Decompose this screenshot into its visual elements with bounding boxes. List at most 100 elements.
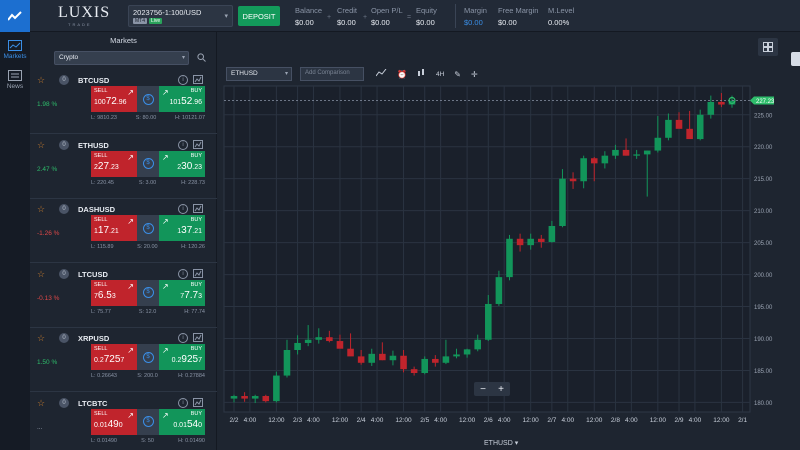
quick-trade-button[interactable]: $ xyxy=(137,408,159,435)
sell-button[interactable]: SELL ↗ 0.01490 xyxy=(91,408,137,435)
buy-button[interactable]: BUY ↗ 0.29257 xyxy=(159,344,205,370)
layout-grid-button[interactable] xyxy=(758,38,778,56)
chart-footer-symbol[interactable]: ETHUSD ▾ xyxy=(484,439,518,447)
nav-news[interactable]: News xyxy=(0,70,30,90)
market-row[interactable]: ☆ 0 DASHUSD i -1.26 % SELL ↗ 117.21 $ BUY ↗ 137.21 L… xyxy=(30,199,242,263)
star-icon[interactable]: ☆ xyxy=(37,269,45,280)
quick-trade-button[interactable]: $ xyxy=(137,279,159,306)
candle-body xyxy=(612,149,619,156)
add-comparison-input[interactable]: Add Comparison xyxy=(300,67,364,81)
spread-value: S: 20.00 xyxy=(137,244,158,250)
high-value: H: 228.73 xyxy=(181,179,205,186)
deposit-button[interactable]: DEPOSIT xyxy=(238,6,280,26)
candle-body xyxy=(601,155,609,164)
info-icon[interactable]: i xyxy=(178,139,188,150)
mini-chart-icon[interactable] xyxy=(193,139,203,151)
candle-body xyxy=(336,341,344,349)
crosshair-icon[interactable]: ✛ xyxy=(471,70,478,79)
candle-body xyxy=(389,355,397,361)
search-icon[interactable] xyxy=(197,53,206,64)
sell-button[interactable]: SELL ↗ 76.53 xyxy=(91,279,137,306)
line-chart-icon[interactable] xyxy=(375,68,387,79)
mini-chart-icon[interactable] xyxy=(193,268,203,280)
candles-icon[interactable] xyxy=(417,69,426,79)
zoom-in-button[interactable]: + xyxy=(498,384,504,395)
low-value: L: 0.01490 xyxy=(91,437,117,444)
buy-button[interactable]: BUY ↗ 77.73 xyxy=(159,279,205,306)
price-chart[interactable]: 180.00 185.00 190.00 195.00 200.00 205.00 210.… xyxy=(222,84,778,430)
info-icon[interactable]: i xyxy=(178,397,188,408)
stat-equity: Equity $0.00 xyxy=(416,6,437,27)
info-icon[interactable]: i xyxy=(178,333,188,343)
zoom-out-button[interactable]: − xyxy=(480,384,486,395)
x-tick-label: 12:00 xyxy=(650,417,667,424)
market-row[interactable]: ☆ 0 XRPUSD i 1.50 % SELL ↗ 0.27257 $ BUY ↗ 0.29257 L… xyxy=(30,328,242,392)
interval-select[interactable]: 4H xyxy=(436,71,444,78)
candle-body xyxy=(304,339,312,343)
quick-trade-button[interactable]: $ xyxy=(137,215,159,241)
quick-trade-button[interactable]: $ xyxy=(137,344,159,370)
drawing-tools-icon[interactable]: ✎ xyxy=(454,70,461,79)
buy-button[interactable]: BUY ↗ 10152.96 xyxy=(159,86,205,112)
x-tick-label: 12:00 xyxy=(523,417,540,424)
x-tick-label: 12:00 xyxy=(395,417,412,424)
stat-margin: Margin $0.00 xyxy=(464,6,487,27)
quick-trade-button[interactable]: $ xyxy=(137,150,159,177)
market-row[interactable]: ☆ 0 ETHUSD i 2.47 % SELL ↗ 227.23 $ BUY ↗ 230.23 L: … xyxy=(30,135,242,199)
alarm-clock-icon[interactable]: ⏰ xyxy=(397,70,407,79)
apps-grid-icon[interactable] xyxy=(0,0,30,32)
star-icon[interactable]: ☆ xyxy=(37,140,45,151)
x-tick-label: 4:00 xyxy=(689,417,702,424)
candle-body xyxy=(495,277,503,304)
daily-change: -0.13 % xyxy=(37,294,60,302)
market-row[interactable]: ☆ 0 LTCUSD i -0.13 % SELL ↗ 76.53 $ BUY ↗ 77.73 L: 7… xyxy=(30,264,242,328)
info-icon[interactable]: i xyxy=(178,75,188,85)
live-tag: Live xyxy=(149,18,163,24)
candle-body xyxy=(516,238,524,246)
buy-button[interactable]: BUY ↗ 137.21 xyxy=(159,215,205,241)
info-icon[interactable]: i xyxy=(178,268,188,279)
mini-chart-icon[interactable] xyxy=(193,204,203,215)
account-selector[interactable]: 2023756-1:100/USD MT4 Live ▾ xyxy=(128,5,233,27)
position-count-badge: 0 xyxy=(59,75,69,85)
spread-value: S: 3.00 xyxy=(138,179,157,186)
candle-body xyxy=(283,349,291,376)
star-icon[interactable]: ☆ xyxy=(37,333,45,344)
sell-button[interactable]: SELL ↗ 0.27257 xyxy=(91,344,137,370)
candle-body xyxy=(580,158,587,182)
row-stats: L: 115.89 S: 20.00 H: 120.26 xyxy=(91,244,205,250)
arrow-up-right-icon: ↗ xyxy=(127,281,134,291)
category-select[interactable]: Crypto ▾ xyxy=(54,51,189,65)
star-icon[interactable]: ☆ xyxy=(37,398,45,409)
candle-body xyxy=(347,348,354,357)
high-value: H: 120.26 xyxy=(181,244,205,250)
nav-markets[interactable]: Markets xyxy=(0,40,30,60)
star-icon[interactable]: ☆ xyxy=(37,75,45,86)
plus-sign: + xyxy=(363,14,368,21)
mini-chart-icon[interactable] xyxy=(193,333,203,344)
candle-body xyxy=(675,119,683,129)
sell-button[interactable]: SELL ↗ 227.23 xyxy=(91,150,137,177)
buy-button[interactable]: BUY ↗ 0.01540 xyxy=(159,408,205,435)
market-row[interactable]: ☆ 0 LTCBTC i... SELL ↗ 0.01490 $ BUY ↗ 0.01540 L: 0… xyxy=(30,393,242,450)
mini-chart-icon[interactable] xyxy=(193,397,203,409)
candle-body xyxy=(453,354,460,357)
sell-button[interactable]: SELL ↗ 117.21 xyxy=(91,215,137,241)
market-row[interactable]: ☆ 0 BTCUSD i 1.98 % SELL ↗ 10072.96 $ BUY ↗ 10152.9… xyxy=(30,70,242,134)
buy-button[interactable]: BUY ↗ 230.23 xyxy=(159,150,205,177)
quick-trade-button[interactable]: $ xyxy=(137,86,159,112)
star-icon[interactable]: ☆ xyxy=(37,204,45,215)
arrow-up-right-icon: ↗ xyxy=(162,346,169,355)
side-panel-tab[interactable] xyxy=(791,52,800,66)
mini-chart-icon[interactable] xyxy=(193,75,203,86)
symbol-name: DASHUSD xyxy=(78,205,116,214)
chart-symbol-select[interactable]: ETHUSD ▾ xyxy=(226,67,292,81)
account-number: 2023756-1:100/USD xyxy=(133,8,202,17)
x-tick-label: 2/3 xyxy=(293,417,302,424)
chevron-down-icon: ▾ xyxy=(284,71,288,77)
high-value: H: 0.01490 xyxy=(178,437,205,444)
candle-body xyxy=(474,339,481,350)
info-icon[interactable]: i xyxy=(178,204,188,214)
row-stats: L: 0.01490 S: 50 H: 0.01490 xyxy=(91,438,205,444)
sell-button[interactable]: SELL ↗ 10072.96 xyxy=(91,86,137,112)
